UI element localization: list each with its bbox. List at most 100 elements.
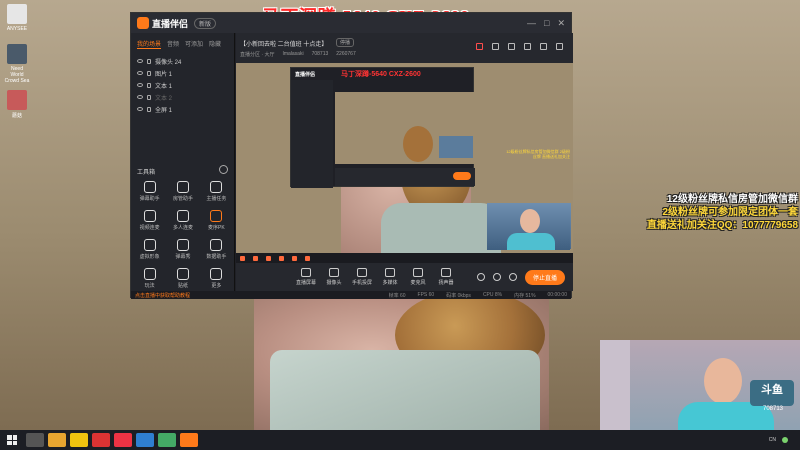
file-explorer-icon[interactable] <box>48 433 66 447</box>
steam-icon[interactable] <box>136 433 154 447</box>
status-badge: 停播 <box>336 38 355 47</box>
start-button[interactable] <box>0 430 24 450</box>
desktop-icon-game[interactable]: Need World Crowd Sea <box>4 44 30 84</box>
close-icon[interactable]: ✕ <box>557 18 565 29</box>
tool-item[interactable]: 玩法 <box>133 268 166 289</box>
desktop-icon-mushroom[interactable]: 蘑菇 <box>4 90 30 119</box>
tool-item[interactable]: 弹幕助手 <box>133 181 166 202</box>
tool-item[interactable]: 麦序PK <box>200 210 233 231</box>
app-titlebar: 直播伴侣 新版 — □ ✕ <box>131 13 571 33</box>
eye-icon[interactable] <box>137 83 143 87</box>
lock-icon[interactable] <box>147 70 151 76</box>
promo-line: 直播送礼加关注QQ：1077779658 <box>646 220 798 231</box>
input-method[interactable]: CN <box>769 437 776 443</box>
scene-thumb[interactable] <box>292 255 297 261</box>
eye-icon[interactable] <box>137 95 143 99</box>
app-name: 直播伴侣 <box>152 18 189 29</box>
share-icon[interactable] <box>556 43 563 50</box>
lock-icon[interactable] <box>147 106 151 112</box>
tool-item[interactable]: 贴纸 <box>166 268 199 289</box>
speaker-button[interactable]: 扬声器 <box>432 268 460 286</box>
gift-icon[interactable] <box>476 43 483 50</box>
source-label: 图片 1 <box>155 71 173 78</box>
browser-icon[interactable] <box>70 433 88 447</box>
help-link[interactable]: 点击直播中获取帮助教程 <box>135 292 190 299</box>
bell-icon[interactable] <box>540 43 547 50</box>
stream-title[interactable]: 【小新回去啦 二台值班 十点走】 <box>240 39 327 48</box>
live-app-taskbar-icon[interactable] <box>180 433 198 447</box>
screen-capture-button[interactable]: 直播屏幕 <box>292 268 320 286</box>
tab-scenes[interactable]: 我的场景 <box>137 39 162 49</box>
eye-icon[interactable] <box>137 71 143 75</box>
camera-button[interactable]: 摄像头 <box>320 268 348 286</box>
media-button[interactable]: 多媒体 <box>376 268 404 286</box>
search-icon[interactable] <box>26 433 44 447</box>
tool-item[interactable]: 数据助手 <box>200 239 233 260</box>
tool-icon <box>176 210 189 222</box>
ctrl-label: 摄像头 <box>326 280 342 286</box>
tab-audio[interactable]: 音频 <box>167 39 179 49</box>
maximize-icon[interactable]: □ <box>544 18 549 29</box>
screen-icon[interactable] <box>524 43 531 50</box>
tool-item[interactable]: 更多 <box>200 268 233 289</box>
tool-icon <box>143 239 156 251</box>
nested-controls <box>335 168 475 186</box>
settings-icon[interactable] <box>508 273 517 281</box>
lock-icon[interactable] <box>147 94 151 100</box>
minimize-icon[interactable]: — <box>527 18 536 29</box>
eye-icon[interactable] <box>492 273 501 281</box>
stat: 00:00:00 <box>547 291 567 298</box>
desktop-icon-anysee[interactable]: ANYSEE <box>4 4 30 32</box>
tool-label: 贴纸 <box>177 283 188 289</box>
scene-thumb[interactable] <box>279 255 284 261</box>
nested-app-window: 直播伴侣 马丁深蹲-5640 CXZ-2600 <box>290 67 475 188</box>
stat: CPU 8% <box>482 291 503 298</box>
lock-icon[interactable] <box>147 58 151 64</box>
source-item[interactable]: 文本 2 <box>131 91 234 103</box>
tool-item[interactable]: 视频连麦 <box>133 210 166 231</box>
scene-thumb[interactable] <box>240 255 245 261</box>
scene-thumb[interactable] <box>266 255 271 261</box>
source-item[interactable]: 摄像头 24 <box>131 55 234 67</box>
preview-block <box>381 203 501 253</box>
tool-icon <box>143 210 156 222</box>
tool-item[interactable]: 虚拟形象 <box>133 239 166 260</box>
tool-item[interactable]: 房管助手 <box>166 181 199 202</box>
eye-icon[interactable] <box>137 59 143 63</box>
eye-icon[interactable] <box>137 107 143 111</box>
tool-item[interactable]: 弹幕秀 <box>166 239 199 260</box>
stop-live-button[interactable]: 停止直播 <box>524 269 565 285</box>
tool-label: 更多 <box>211 283 222 289</box>
source-label: 摄像头 24 <box>155 59 182 66</box>
tool-icon <box>143 181 156 193</box>
lock-icon[interactable] <box>492 43 499 50</box>
source-item[interactable]: 全屏 1 <box>131 103 234 115</box>
tool-label: 弹幕秀 <box>175 254 191 260</box>
source-item[interactable]: 图片 1 <box>131 67 234 79</box>
tray-status-icon[interactable] <box>782 437 788 443</box>
background-block <box>270 350 540 432</box>
tool-item[interactable]: 主播任务 <box>200 181 233 202</box>
game-app-icon[interactable] <box>114 433 132 447</box>
tool-item[interactable]: 多人连麦 <box>166 210 199 231</box>
phone-cast-button[interactable]: 手机投屏 <box>348 268 376 286</box>
microphone-button[interactable]: 麦克风 <box>404 268 432 286</box>
record-icon[interactable] <box>476 273 485 281</box>
source-item[interactable]: 文本 1 <box>131 79 234 91</box>
layout-icon[interactable] <box>508 43 515 50</box>
stat: 码率 0kbps <box>446 292 471 299</box>
tab-add[interactable]: 可添加 <box>185 39 203 49</box>
version-badge[interactable]: 新版 <box>194 17 217 29</box>
lock-icon[interactable] <box>147 82 151 88</box>
category[interactable]: 直播分区 · 大厅 <box>240 51 274 58</box>
tool-label: 数据助手 <box>206 254 227 260</box>
chat-app-icon[interactable] <box>158 433 176 447</box>
scene-thumb[interactable] <box>305 255 310 261</box>
sidebar-tabs: 我的场景 音频 可添加 隐藏 <box>131 33 234 55</box>
media-app-icon[interactable] <box>92 433 110 447</box>
tab-hidden[interactable]: 隐藏 <box>209 39 221 49</box>
scene-thumb[interactable] <box>253 255 258 261</box>
desktop-icon-label: 蘑菇 <box>11 113 22 119</box>
shirt <box>507 233 555 250</box>
collapse-icon[interactable] <box>219 165 228 174</box>
